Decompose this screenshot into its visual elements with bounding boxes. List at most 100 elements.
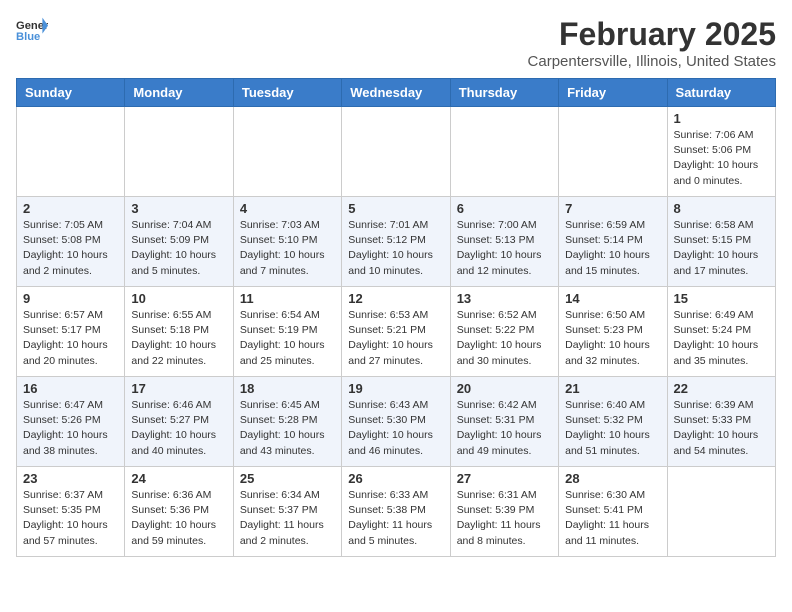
day-info: Sunrise: 6:30 AM Sunset: 5:41 PM Dayligh…: [565, 488, 660, 549]
day-number: 22: [674, 381, 769, 396]
table-row: 24 Sunrise: 6:36 AM Sunset: 5:36 PM Dayli…: [125, 467, 233, 557]
table-row: [667, 467, 775, 557]
weekday-header-row: Sunday Monday Tuesday Wednesday Thursday…: [17, 79, 776, 107]
table-row: [17, 107, 125, 197]
title-area: February 2025 Carpentersville, Illinois,…: [528, 16, 776, 70]
day-info: Sunrise: 7:00 AM Sunset: 5:13 PM Dayligh…: [457, 218, 552, 279]
calendar-week-row: 2 Sunrise: 7:05 AM Sunset: 5:08 PM Daylig…: [17, 197, 776, 287]
table-row: 4 Sunrise: 7:03 AM Sunset: 5:10 PM Daylig…: [233, 197, 341, 287]
calendar-week-row: 16 Sunrise: 6:47 AM Sunset: 5:26 PM Dayli…: [17, 377, 776, 467]
table-row: 18 Sunrise: 6:45 AM Sunset: 5:28 PM Dayli…: [233, 377, 341, 467]
table-row: 8 Sunrise: 6:58 AM Sunset: 5:15 PM Daylig…: [667, 197, 775, 287]
day-number: 24: [131, 471, 226, 486]
day-number: 20: [457, 381, 552, 396]
day-number: 3: [131, 201, 226, 216]
table-row: 2 Sunrise: 7:05 AM Sunset: 5:08 PM Daylig…: [17, 197, 125, 287]
table-row: 27 Sunrise: 6:31 AM Sunset: 5:39 PM Dayli…: [450, 467, 558, 557]
calendar-subtitle: Carpentersville, Illinois, United States: [528, 53, 776, 70]
day-info: Sunrise: 6:42 AM Sunset: 5:31 PM Dayligh…: [457, 398, 552, 459]
calendar-table: Sunday Monday Tuesday Wednesday Thursday…: [16, 78, 776, 557]
header-monday: Monday: [125, 79, 233, 107]
calendar-week-row: 9 Sunrise: 6:57 AM Sunset: 5:17 PM Daylig…: [17, 287, 776, 377]
table-row: 11 Sunrise: 6:54 AM Sunset: 5:19 PM Dayli…: [233, 287, 341, 377]
day-info: Sunrise: 6:36 AM Sunset: 5:36 PM Dayligh…: [131, 488, 226, 549]
day-number: 6: [457, 201, 552, 216]
day-number: 19: [348, 381, 443, 396]
day-number: 4: [240, 201, 335, 216]
table-row: 14 Sunrise: 6:50 AM Sunset: 5:23 PM Dayli…: [559, 287, 667, 377]
table-row: 23 Sunrise: 6:37 AM Sunset: 5:35 PM Dayli…: [17, 467, 125, 557]
table-row: [233, 107, 341, 197]
table-row: 9 Sunrise: 6:57 AM Sunset: 5:17 PM Daylig…: [17, 287, 125, 377]
day-number: 15: [674, 291, 769, 306]
table-row: [450, 107, 558, 197]
day-info: Sunrise: 6:54 AM Sunset: 5:19 PM Dayligh…: [240, 308, 335, 369]
table-row: 17 Sunrise: 6:46 AM Sunset: 5:27 PM Dayli…: [125, 377, 233, 467]
day-number: 17: [131, 381, 226, 396]
table-row: 6 Sunrise: 7:00 AM Sunset: 5:13 PM Daylig…: [450, 197, 558, 287]
day-number: 16: [23, 381, 118, 396]
day-info: Sunrise: 6:52 AM Sunset: 5:22 PM Dayligh…: [457, 308, 552, 369]
day-info: Sunrise: 7:03 AM Sunset: 5:10 PM Dayligh…: [240, 218, 335, 279]
day-number: 12: [348, 291, 443, 306]
day-number: 5: [348, 201, 443, 216]
header-sunday: Sunday: [17, 79, 125, 107]
day-number: 7: [565, 201, 660, 216]
table-row: 22 Sunrise: 6:39 AM Sunset: 5:33 PM Dayli…: [667, 377, 775, 467]
table-row: 13 Sunrise: 6:52 AM Sunset: 5:22 PM Dayli…: [450, 287, 558, 377]
day-info: Sunrise: 6:59 AM Sunset: 5:14 PM Dayligh…: [565, 218, 660, 279]
day-info: Sunrise: 6:37 AM Sunset: 5:35 PM Dayligh…: [23, 488, 118, 549]
day-info: Sunrise: 6:45 AM Sunset: 5:28 PM Dayligh…: [240, 398, 335, 459]
table-row: [342, 107, 450, 197]
header-saturday: Saturday: [667, 79, 775, 107]
day-number: 26: [348, 471, 443, 486]
table-row: 7 Sunrise: 6:59 AM Sunset: 5:14 PM Daylig…: [559, 197, 667, 287]
day-info: Sunrise: 6:34 AM Sunset: 5:37 PM Dayligh…: [240, 488, 335, 549]
day-number: 2: [23, 201, 118, 216]
day-number: 13: [457, 291, 552, 306]
table-row: 5Sunrise: 7:01 AM Sunset: 5:12 PM Daylig…: [342, 197, 450, 287]
day-info: Sunrise: 7:05 AM Sunset: 5:08 PM Dayligh…: [23, 218, 118, 279]
logo-icon: General Blue: [16, 16, 48, 44]
table-row: [559, 107, 667, 197]
day-number: 18: [240, 381, 335, 396]
day-number: 9: [23, 291, 118, 306]
svg-text:Blue: Blue: [16, 31, 40, 43]
day-info: Sunrise: 6:33 AM Sunset: 5:38 PM Dayligh…: [348, 488, 443, 549]
table-row: 28 Sunrise: 6:30 AM Sunset: 5:41 PM Dayli…: [559, 467, 667, 557]
header-friday: Friday: [559, 79, 667, 107]
table-row: 3 Sunrise: 7:04 AM Sunset: 5:09 PM Daylig…: [125, 197, 233, 287]
table-row: 10 Sunrise: 6:55 AM Sunset: 5:18 PM Dayli…: [125, 287, 233, 377]
day-info: Sunrise: 6:50 AM Sunset: 5:23 PM Dayligh…: [565, 308, 660, 369]
day-number: 8: [674, 201, 769, 216]
page-header: General Blue February 2025 Carpentersvil…: [16, 16, 776, 70]
table-row: 20 Sunrise: 6:42 AM Sunset: 5:31 PM Dayli…: [450, 377, 558, 467]
day-info: Sunrise: 6:40 AM Sunset: 5:32 PM Dayligh…: [565, 398, 660, 459]
table-row: [125, 107, 233, 197]
day-number: 27: [457, 471, 552, 486]
day-info: Sunrise: 6:55 AM Sunset: 5:18 PM Dayligh…: [131, 308, 226, 369]
day-info: Sunrise: 6:47 AM Sunset: 5:26 PM Dayligh…: [23, 398, 118, 459]
day-info: Sunrise: 6:43 AM Sunset: 5:30 PM Dayligh…: [348, 398, 443, 459]
day-info: Sunrise: 6:46 AM Sunset: 5:27 PM Dayligh…: [131, 398, 226, 459]
day-number: 23: [23, 471, 118, 486]
table-row: 12 Sunrise: 6:53 AM Sunset: 5:21 PM Dayli…: [342, 287, 450, 377]
day-info: Sunrise: 6:58 AM Sunset: 5:15 PM Dayligh…: [674, 218, 769, 279]
day-number: 21: [565, 381, 660, 396]
day-info: Sunrise: 6:57 AM Sunset: 5:17 PM Dayligh…: [23, 308, 118, 369]
day-info: Sunrise: 7:04 AM Sunset: 5:09 PM Dayligh…: [131, 218, 226, 279]
header-thursday: Thursday: [450, 79, 558, 107]
day-info: Sunrise: 6:39 AM Sunset: 5:33 PM Dayligh…: [674, 398, 769, 459]
table-row: 25Sunrise: 6:34 AM Sunset: 5:37 PM Dayli…: [233, 467, 341, 557]
day-number: 11: [240, 291, 335, 306]
calendar-week-row: 1Sunrise: 7:06 AM Sunset: 5:06 PM Daylig…: [17, 107, 776, 197]
day-info: Sunrise: 6:53 AM Sunset: 5:21 PM Dayligh…: [348, 308, 443, 369]
day-number: 28: [565, 471, 660, 486]
header-wednesday: Wednesday: [342, 79, 450, 107]
day-number: 14: [565, 291, 660, 306]
table-row: 26 Sunrise: 6:33 AM Sunset: 5:38 PM Dayli…: [342, 467, 450, 557]
day-info: Sunrise: 6:31 AM Sunset: 5:39 PM Dayligh…: [457, 488, 552, 549]
calendar-title: February 2025: [528, 16, 776, 53]
day-number: 10: [131, 291, 226, 306]
day-info: Sunrise: 7:06 AM Sunset: 5:06 PM Dayligh…: [674, 128, 769, 189]
